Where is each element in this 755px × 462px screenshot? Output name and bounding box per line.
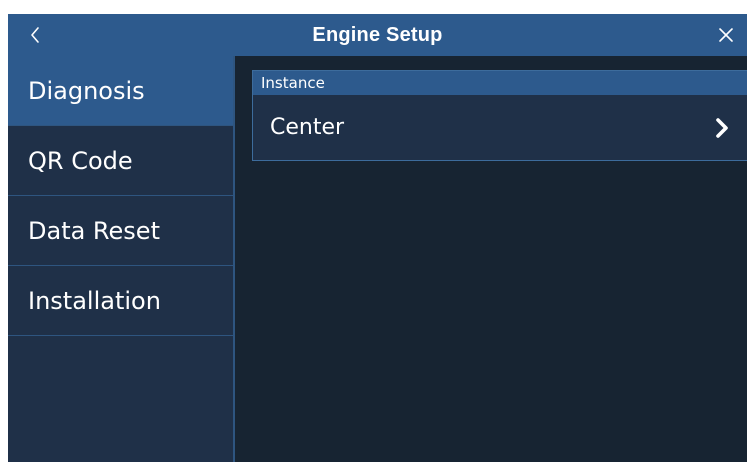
sidebar-item-label: QR Code (28, 146, 133, 175)
chevron-right-icon (712, 116, 732, 140)
sidebar-item-label: Installation (28, 286, 161, 315)
title-bar: Engine Setup (8, 14, 747, 56)
instance-row-center[interactable]: Center (253, 95, 747, 160)
sidebar: Diagnosis QR Code Data Reset Installatio… (8, 56, 235, 462)
sidebar-item-label: Diagnosis (28, 76, 145, 105)
sidebar-item-qr-code[interactable]: QR Code (8, 126, 233, 196)
row-label: Center (270, 115, 345, 140)
sidebar-item-label: Data Reset (28, 216, 160, 245)
close-button[interactable] (709, 19, 743, 51)
sidebar-item-diagnosis[interactable]: Diagnosis (8, 56, 233, 126)
sidebar-item-installation[interactable]: Installation (8, 266, 233, 336)
page-title: Engine Setup (312, 24, 443, 46)
close-icon (719, 28, 733, 42)
main-content: Instance Center (252, 70, 747, 161)
sidebar-item-data-reset[interactable]: Data Reset (8, 196, 233, 266)
engine-setup-screen: Engine Setup Diagnosis QR Code Data Rese… (8, 14, 747, 462)
section-header: Instance (253, 71, 747, 95)
instance-section: Instance Center (252, 70, 747, 161)
